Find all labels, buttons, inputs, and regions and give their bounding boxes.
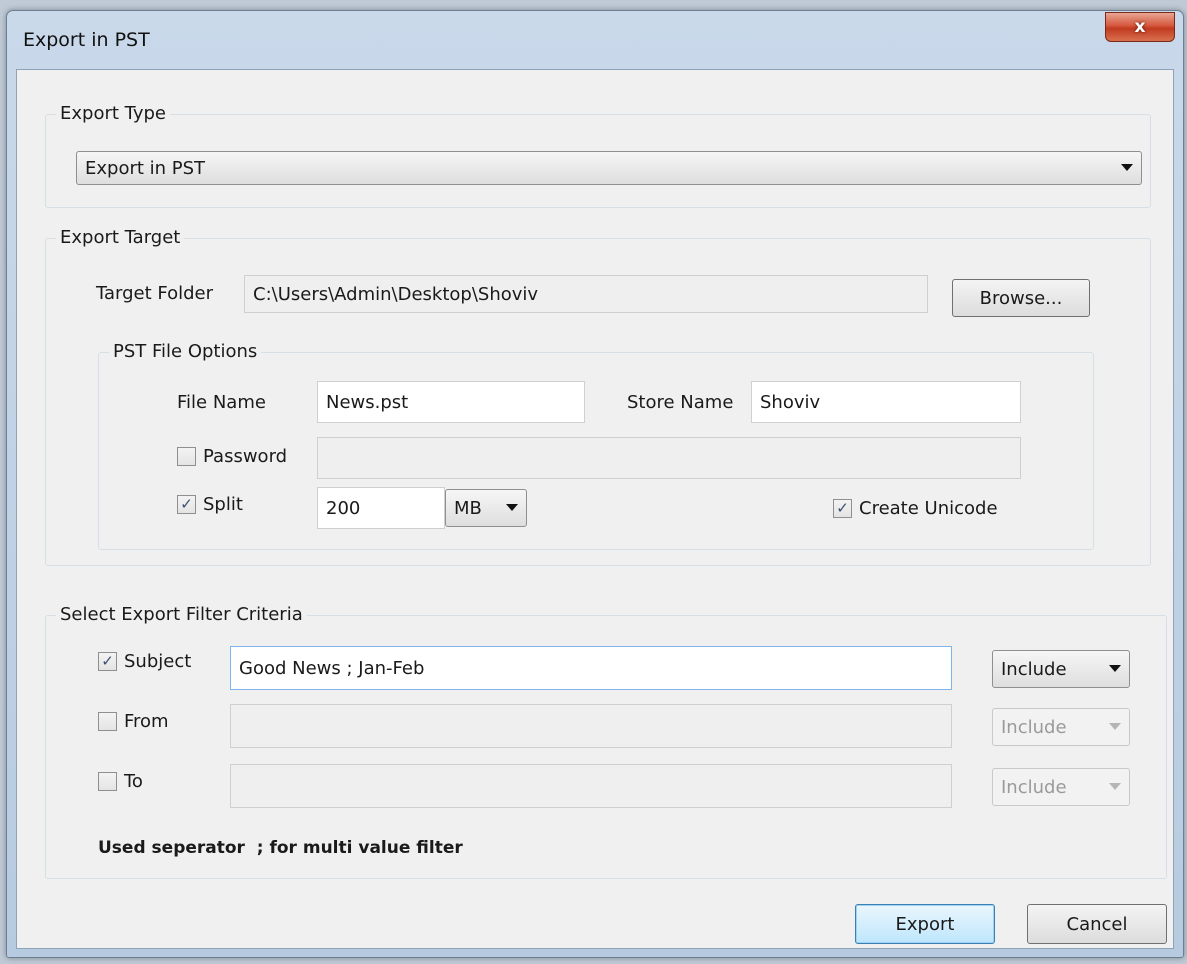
- store-name-input[interactable]: Shoviv: [751, 381, 1021, 423]
- from-mode-dropdown[interactable]: Include: [992, 708, 1130, 746]
- title-bar[interactable]: Export in PST x: [7, 11, 1183, 66]
- subject-mode-selected: Include: [1001, 658, 1067, 680]
- target-folder-value: C:\Users\Admin\Desktop\Shoviv: [253, 283, 539, 305]
- chevron-down-icon: [1109, 665, 1121, 672]
- subject-mode-dropdown[interactable]: Include: [992, 650, 1130, 688]
- from-checkbox[interactable]: [98, 712, 117, 731]
- store-name-value: Shoviv: [760, 391, 821, 413]
- split-label: Split: [203, 494, 243, 515]
- password-checkbox[interactable]: [177, 447, 196, 466]
- file-name-input[interactable]: News.pst: [317, 381, 585, 423]
- subject-filter-value: Good News ; Jan-Feb: [239, 657, 425, 679]
- chevron-down-icon: [1121, 164, 1133, 171]
- chevron-down-icon: [1109, 783, 1121, 790]
- target-folder-label: Target Folder: [96, 283, 214, 304]
- to-label: To: [124, 771, 143, 792]
- split-unit-selected: MB: [454, 497, 482, 519]
- export-type-group: Export Type Export in PST: [45, 103, 1151, 208]
- subject-check-icon: ✓: [101, 652, 114, 670]
- cancel-button[interactable]: Cancel: [1027, 904, 1167, 944]
- close-button[interactable]: x: [1105, 12, 1175, 42]
- subject-label: Subject: [124, 651, 192, 672]
- browse-button[interactable]: Browse...: [952, 279, 1090, 317]
- store-name-label: Store Name: [627, 392, 734, 413]
- split-size-input[interactable]: 200: [317, 487, 445, 529]
- from-filter-input[interactable]: [230, 704, 952, 748]
- export-button-label: Export: [895, 913, 955, 935]
- cancel-button-label: Cancel: [1066, 913, 1128, 935]
- browse-button-label: Browse...: [979, 287, 1063, 309]
- to-filter-input[interactable]: [230, 764, 952, 808]
- subject-checkbox[interactable]: ✓: [98, 652, 117, 671]
- window-title: Export in PST: [23, 29, 150, 51]
- target-folder-field[interactable]: C:\Users\Admin\Desktop\Shoviv: [244, 275, 928, 313]
- split-size-value: 200: [326, 497, 361, 519]
- close-icon: x: [1134, 17, 1146, 37]
- split-unit-dropdown[interactable]: MB: [445, 489, 527, 527]
- file-name-value: News.pst: [326, 391, 409, 413]
- export-type-selected: Export in PST: [85, 157, 206, 179]
- subject-filter-input[interactable]: Good News ; Jan-Feb: [230, 646, 952, 690]
- export-button[interactable]: Export: [855, 904, 995, 944]
- create-unicode-check-icon: ✓: [836, 499, 849, 517]
- to-mode-dropdown[interactable]: Include: [992, 768, 1130, 806]
- chevron-down-icon: [1109, 723, 1121, 730]
- create-unicode-label: Create Unicode: [859, 498, 998, 519]
- export-target-group-label: Export Target: [56, 227, 185, 248]
- export-type-dropdown[interactable]: Export in PST: [76, 151, 1142, 185]
- pst-options-group-label: PST File Options: [109, 341, 262, 362]
- dialog-body: Export Type Export in PST Export Target …: [16, 69, 1174, 949]
- file-name-label: File Name: [177, 392, 266, 413]
- pst-options-group: PST File Options File Name News.pst Stor…: [98, 341, 1094, 550]
- password-input[interactable]: [317, 437, 1021, 479]
- export-target-group: Export Target Target Folder C:\Users\Adm…: [45, 227, 1151, 566]
- export-dialog: Export in PST x Export Type Export in PS…: [6, 10, 1184, 958]
- password-label: Password: [203, 446, 288, 467]
- to-checkbox[interactable]: [98, 772, 117, 791]
- export-type-group-label: Export Type: [56, 103, 170, 124]
- filter-criteria-group-label: Select Export Filter Criteria: [56, 604, 307, 625]
- from-mode-selected: Include: [1001, 716, 1067, 738]
- create-unicode-checkbox[interactable]: ✓: [833, 499, 852, 518]
- chevron-down-icon: [506, 504, 518, 511]
- to-mode-selected: Include: [1001, 776, 1067, 798]
- split-check-icon: ✓: [180, 495, 193, 513]
- filter-criteria-group: Select Export Filter Criteria ✓ Subject …: [45, 604, 1167, 879]
- from-label: From: [124, 711, 169, 732]
- separator-note: Used seperator ; for multi value filter: [98, 838, 463, 858]
- split-checkbox[interactable]: ✓: [177, 495, 196, 514]
